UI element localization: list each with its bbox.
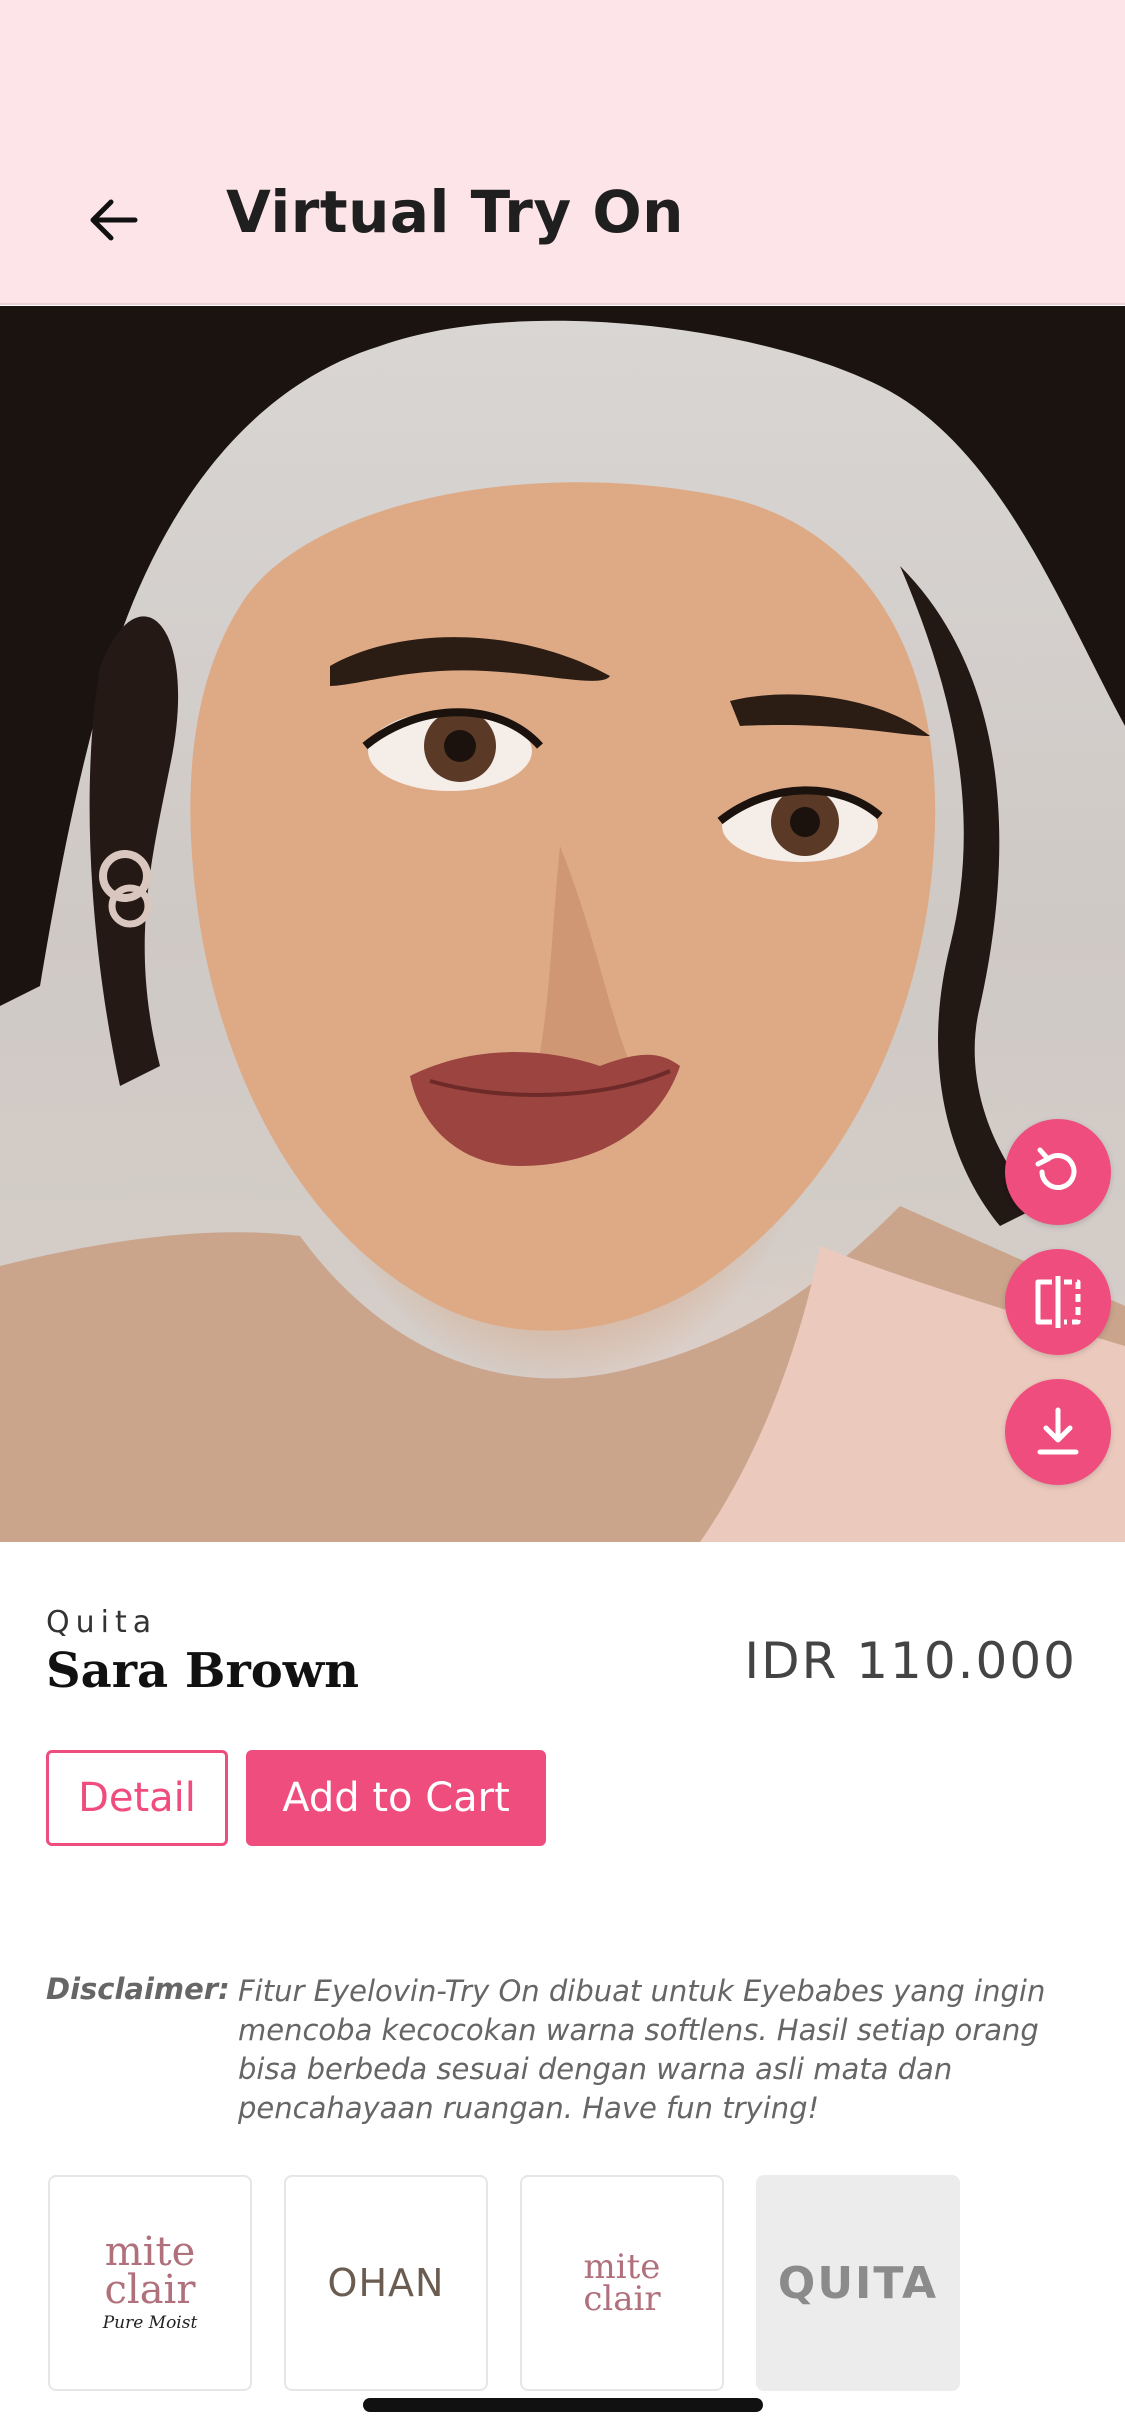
reset-button[interactable] (1005, 1119, 1111, 1225)
product-brand: Quita (46, 1605, 158, 1640)
brand-logo-line1: mite (104, 2229, 196, 2275)
face-photo (0, 306, 1125, 1542)
brand-logo: QUITA (777, 2257, 939, 2309)
disclaimer-label: Disclaimer: (46, 1972, 230, 2006)
brand-logo-line2: clair (104, 2267, 196, 2313)
try-on-preview (0, 306, 1125, 1542)
brand-tile-miteclair-pure-moist[interactable]: mite clair Pure Moist (48, 2175, 252, 2391)
disclaimer-text: Fitur Eyelovin-Try On dibuat untuk Eyeba… (238, 1974, 1046, 2125)
arrow-left-icon (90, 199, 138, 241)
download-icon (1037, 1407, 1079, 1455)
brand-tile-ohan[interactable]: OHAN (284, 2175, 488, 2391)
brand-tile-quita[interactable]: QUITA (756, 2175, 960, 2391)
detail-button[interactable]: Detail (46, 1750, 228, 1846)
add-to-cart-button[interactable]: Add to Cart (246, 1750, 546, 1846)
brand-logo: mite clair (104, 2229, 196, 2313)
brand-logo-line2: clair (583, 2279, 661, 2319)
home-indicator (363, 2398, 763, 2412)
rotate-ccw-icon (1035, 1147, 1077, 1190)
split-compare-icon (1035, 1276, 1081, 1328)
download-button[interactable] (1005, 1379, 1111, 1485)
compare-button[interactable] (1005, 1249, 1111, 1355)
product-price: IDR 110.000 (744, 1632, 1077, 1690)
brand-logo: OHAN (327, 2261, 445, 2305)
app-header: Virtual Try On (0, 0, 1125, 305)
product-name: Sara Brown (46, 1643, 359, 1699)
page-title: Virtual Try On (226, 178, 684, 246)
brand-logo-sub: Pure Moist (102, 2313, 198, 2333)
brand-logo: mite clair (583, 2250, 661, 2319)
back-button[interactable] (78, 185, 148, 255)
brand-tile-miteclair[interactable]: mite clair (520, 2175, 724, 2391)
